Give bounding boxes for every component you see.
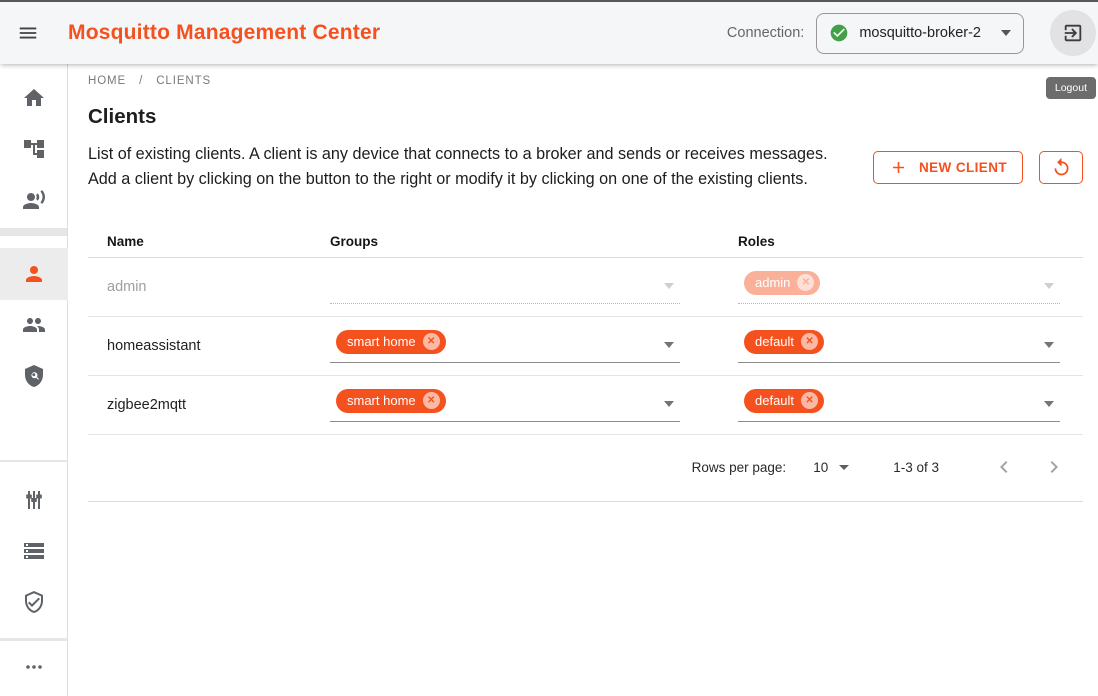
- sidebar: [0, 64, 68, 696]
- client-name: admin: [88, 279, 330, 295]
- chip-delete-icon[interactable]: ✕: [423, 333, 440, 350]
- chevron-right-icon: [1042, 455, 1066, 479]
- client-name: zigbee2mqtt: [88, 397, 330, 413]
- connection-label: Connection:: [727, 25, 804, 41]
- chevron-down-icon: [1044, 283, 1054, 289]
- sidebar-divider: [0, 638, 67, 641]
- menu-button[interactable]: [6, 11, 50, 55]
- plus-icon: [889, 158, 908, 177]
- breadcrumb-separator: /: [139, 75, 143, 87]
- client-name: homeassistant: [88, 338, 330, 354]
- sidebar-item-security[interactable]: [0, 576, 68, 628]
- home-icon: [22, 86, 46, 110]
- column-header-groups: Groups: [330, 234, 738, 249]
- people-icon: [22, 313, 46, 337]
- record-voice-icon: [22, 188, 46, 212]
- chip-delete-icon[interactable]: ✕: [801, 392, 818, 409]
- chevron-left-icon: [992, 455, 1016, 479]
- storage-icon: [22, 539, 46, 563]
- logout-tooltip: Logout: [1046, 77, 1096, 99]
- chip[interactable]: smart home ✕: [336, 389, 446, 413]
- sidebar-item-broker[interactable]: [0, 174, 68, 226]
- sidebar-divider: [0, 228, 67, 236]
- chevron-down-icon: [1044, 342, 1054, 348]
- app-bar: Mosquitto Management Center Connection: …: [0, 0, 1098, 64]
- clients-table: Name Groups Roles adminadmin✕homeassista…: [88, 226, 1083, 502]
- chip-delete-icon[interactable]: ✕: [423, 392, 440, 409]
- sidebar-item-groups[interactable]: [0, 299, 68, 351]
- chevron-down-icon: [1001, 30, 1011, 36]
- policy-icon: [22, 364, 46, 388]
- groups-select[interactable]: smart home ✕: [330, 388, 680, 422]
- column-header-name: Name: [88, 234, 330, 249]
- column-header-roles: Roles: [738, 234, 1083, 249]
- logout-icon: [1062, 22, 1084, 44]
- roles-select[interactable]: admin ✕: [738, 270, 1060, 304]
- more-icon: [22, 655, 46, 679]
- chip-label: default: [755, 393, 794, 408]
- table-row-admin[interactable]: admin admin ✕: [88, 258, 1083, 317]
- chip[interactable]: admin ✕: [744, 271, 820, 295]
- chip[interactable]: default ✕: [744, 330, 824, 354]
- connection-value: mosquitto-broker-2: [859, 25, 981, 41]
- chevron-down-icon: [664, 401, 674, 407]
- rows-per-page-select[interactable]: 10: [813, 460, 849, 475]
- chip[interactable]: smart home ✕: [336, 330, 446, 354]
- table-header: Name Groups Roles: [88, 226, 1083, 258]
- new-client-button[interactable]: NEW CLIENT: [873, 151, 1023, 184]
- table-row-zigbee2mqtt[interactable]: zigbee2mqtt smart home ✕ default ✕: [88, 376, 1083, 435]
- chip-delete-icon[interactable]: ✕: [797, 274, 814, 291]
- breadcrumb-home-link[interactable]: HOME: [88, 75, 126, 87]
- chip-label: smart home: [347, 393, 416, 408]
- topology-icon: [22, 137, 46, 161]
- tune-icon: [22, 488, 46, 512]
- hamburger-icon: [17, 22, 39, 44]
- logout-button[interactable]: [1050, 10, 1096, 56]
- sidebar-item-clients[interactable]: [0, 248, 68, 300]
- main-content: HOME / CLIENTS Clients List of existing …: [68, 64, 1098, 696]
- app-title: Mosquitto Management Center: [68, 21, 380, 45]
- rows-per-page-value: 10: [813, 460, 828, 475]
- previous-page-button[interactable]: [991, 455, 1017, 481]
- connection-select[interactable]: mosquitto-broker-2: [816, 13, 1024, 54]
- chip[interactable]: default ✕: [744, 389, 824, 413]
- chip-delete-icon[interactable]: ✕: [801, 333, 818, 350]
- rows-per-page-label: Rows per page:: [692, 460, 787, 475]
- chip-label: smart home: [347, 334, 416, 349]
- sidebar-item-roles[interactable]: [0, 350, 68, 402]
- pagination-range: 1-3 of 3: [893, 460, 939, 475]
- sidebar-item-home[interactable]: [0, 72, 68, 124]
- page-description: List of existing clients. A client is an…: [88, 142, 846, 193]
- roles-select[interactable]: default ✕: [738, 329, 1060, 363]
- new-client-label: NEW CLIENT: [919, 160, 1007, 175]
- sidebar-item-plugins[interactable]: [0, 474, 68, 526]
- chip-label: default: [755, 334, 794, 349]
- page-title: Clients: [88, 105, 1083, 129]
- breadcrumb-current: CLIENTS: [156, 75, 211, 87]
- chevron-down-icon: [664, 283, 674, 289]
- sidebar-item-more[interactable]: [0, 641, 68, 693]
- chevron-down-icon: [1044, 401, 1054, 407]
- chevron-down-icon: [839, 465, 849, 470]
- refresh-icon: [1051, 157, 1072, 178]
- chip-label: admin: [755, 275, 790, 290]
- table-row-homeassistant[interactable]: homeassistant smart home ✕ default ✕: [88, 317, 1083, 376]
- groups-select[interactable]: smart home ✕: [330, 329, 680, 363]
- chevron-down-icon: [664, 342, 674, 348]
- pagination: Rows per page: 10 1-3 of 3: [88, 435, 1083, 502]
- sidebar-item-streams[interactable]: [0, 525, 68, 577]
- sidebar-item-topology[interactable]: [0, 123, 68, 175]
- check-circle-icon: [829, 23, 849, 43]
- shield-check-icon: [22, 590, 46, 614]
- breadcrumb: HOME / CLIENTS: [88, 75, 1083, 87]
- sidebar-divider: [0, 460, 67, 462]
- person-icon: [22, 262, 46, 286]
- refresh-button[interactable]: [1039, 151, 1083, 184]
- roles-select[interactable]: default ✕: [738, 388, 1060, 422]
- next-page-button[interactable]: [1041, 455, 1067, 481]
- groups-select[interactable]: [330, 270, 680, 304]
